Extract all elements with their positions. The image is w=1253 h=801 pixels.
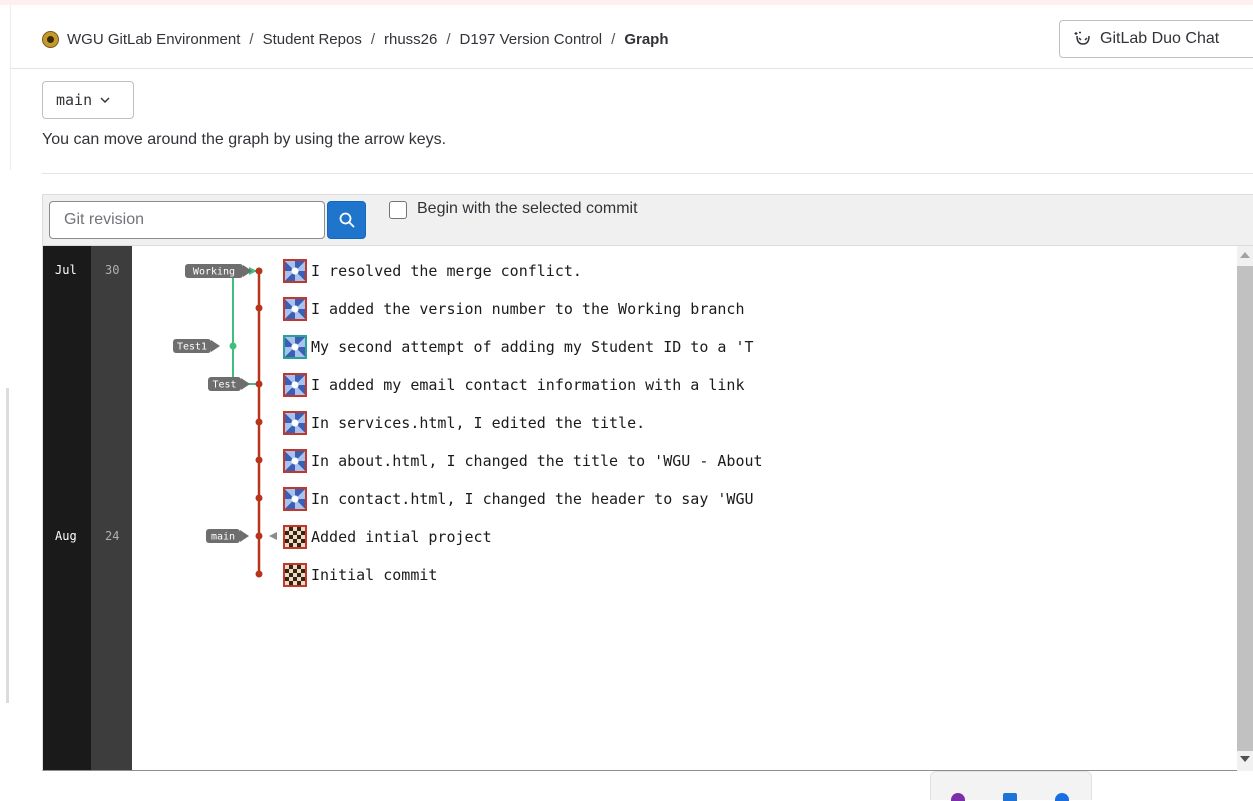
app-icon[interactable] (1003, 793, 1017, 801)
left-edge-panel (0, 5, 11, 170)
commit-row[interactable]: I resolved the merge conflict. (283, 257, 828, 285)
commit-message[interactable]: My second attempt of adding my Student I… (311, 338, 754, 356)
branch-selector[interactable]: main (42, 81, 134, 119)
avatar (283, 525, 307, 549)
commit-row[interactable]: In services.html, I edited the title. (283, 409, 828, 437)
avatar (283, 297, 307, 321)
commit-message[interactable]: I added the version number to the Workin… (311, 300, 744, 318)
branch-label-test1: Test1 (173, 339, 220, 353)
commit-dot (255, 532, 263, 540)
scroll-down-arrow-icon[interactable] (1240, 756, 1250, 762)
duo-chat-icon (1074, 31, 1092, 47)
commit-dot (255, 570, 263, 578)
taskbar-popup (930, 771, 1092, 801)
git-revision-input[interactable] (49, 201, 325, 239)
month-column (43, 246, 91, 770)
breadcrumb-item-environment[interactable]: WGU GitLab Environment (67, 31, 240, 48)
commit-row[interactable]: Added intial project (283, 523, 828, 551)
commit-dot (255, 456, 263, 464)
commit-dot (255, 418, 263, 426)
avatar (283, 411, 307, 435)
breadcrumb-item-project[interactable]: D197 Version Control (460, 31, 603, 48)
duo-chat-label: GitLab Duo Chat (1100, 30, 1220, 47)
day-column (91, 246, 132, 770)
begin-with-selected-checkbox[interactable] (389, 201, 407, 219)
date-day: 24 (105, 529, 120, 543)
commit-dot (255, 304, 263, 312)
breadcrumb-item-user[interactable]: rhuss26 (384, 31, 437, 48)
commit-dot (255, 494, 263, 502)
branch-selector-value: main (56, 91, 93, 109)
left-edge-divider (6, 388, 9, 703)
branch-label-text: Working (193, 267, 235, 278)
date-day: 30 (105, 263, 120, 277)
head-pointer-icon (269, 532, 277, 540)
search-button[interactable] (327, 201, 366, 239)
branch-label-text: main (211, 532, 235, 543)
commit-graph[interactable]: Jul 30 Aug 24 Working Test1 Test main I … (42, 246, 1253, 771)
avatar (283, 335, 307, 359)
commit-row[interactable]: In contact.html, I changed the header to… (283, 485, 828, 513)
graph-help-text: You can move around the graph by using t… (42, 131, 447, 148)
breadcrumb-separator: / (249, 30, 254, 48)
commit-row[interactable]: In about.html, I changed the title to 'W… (283, 447, 828, 475)
commit-message[interactable]: I added my email contact information wit… (311, 376, 744, 394)
branch-label-test: Test (208, 377, 250, 391)
avatar (283, 563, 307, 587)
commit-dot (255, 380, 263, 388)
feature-branch-line (232, 270, 259, 385)
commit-message[interactable]: I resolved the merge conflict. (311, 262, 582, 280)
branch-label-text: Test1 (177, 342, 207, 353)
commit-message[interactable]: Initial commit (311, 566, 437, 584)
branch-label-main: main (206, 529, 249, 543)
breadcrumb-separator: / (370, 30, 375, 48)
avatar (283, 449, 307, 473)
duo-chat-button[interactable]: GitLab Duo Chat (1059, 20, 1253, 58)
breadcrumb-separator: / (446, 30, 451, 48)
commit-dot (229, 342, 237, 350)
commit-row[interactable]: I added my email contact information wit… (283, 371, 828, 399)
breadcrumb-item-student-repos[interactable]: Student Repos (263, 31, 362, 48)
header-divider (10, 68, 1253, 69)
app-icon[interactable] (1055, 793, 1069, 801)
organization-logo-icon (42, 30, 59, 48)
search-icon (339, 212, 355, 228)
graph-toolbar: Begin with the selected commit (42, 194, 1253, 246)
date-month: Jul (55, 263, 77, 277)
commit-row[interactable]: My second attempt of adding my Student I… (283, 333, 828, 361)
branch-label-working: Working (185, 264, 252, 278)
breadcrumb: WGU GitLab Environment / Student Repos /… (42, 27, 669, 51)
avatar (283, 259, 307, 283)
content-divider (42, 173, 1253, 174)
scroll-up-arrow-icon[interactable] (1240, 252, 1250, 258)
commit-dot (255, 267, 263, 275)
date-month: Aug (55, 529, 77, 543)
commit-message[interactable]: In about.html, I changed the title to 'W… (311, 452, 763, 470)
avatar (283, 487, 307, 511)
commit-message[interactable]: In contact.html, I changed the header to… (311, 490, 754, 508)
app-icon[interactable] (951, 793, 965, 801)
chevron-down-icon (100, 97, 110, 103)
top-accent-bar (0, 0, 1253, 5)
breadcrumb-separator: / (611, 30, 616, 48)
commit-message[interactable]: In services.html, I edited the title. (311, 414, 645, 432)
begin-with-selected-label[interactable]: Begin with the selected commit (417, 200, 638, 218)
graph-scrollbar-thumb[interactable] (1237, 266, 1253, 751)
commit-row[interactable]: I added the version number to the Workin… (283, 295, 828, 323)
commit-row[interactable]: Initial commit (283, 561, 828, 589)
breadcrumb-item-graph[interactable]: Graph (624, 31, 668, 48)
commit-message[interactable]: Added intial project (311, 528, 492, 546)
branch-label-text: Test (212, 380, 236, 391)
graph-lines: Working Test1 Test main (173, 264, 277, 578)
avatar (283, 373, 307, 397)
